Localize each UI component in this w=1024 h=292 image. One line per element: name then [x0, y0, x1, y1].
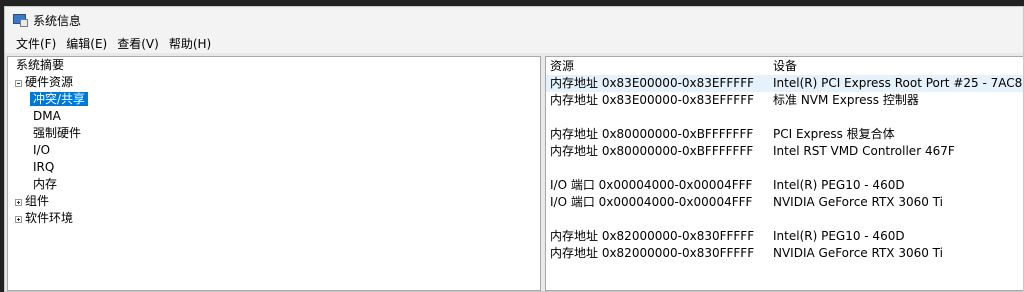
resource-cell: 内存地址 0x83E00000-0x83EFFFFF: [550, 76, 755, 90]
table-row[interactable]: I/O 端口 0x00004000-0x00004FFF Intel(R) PE…: [546, 177, 1023, 194]
resource-cell: 内存地址 0x83E00000-0x83EFFFFF: [550, 93, 755, 107]
column-header-resource[interactable]: 资源: [550, 57, 574, 75]
table-row[interactable]: 内存地址 0x83E00000-0x83EFFFFF 标准 NVM Expres…: [546, 92, 1023, 109]
menu-view[interactable]: 查看(V): [112, 35, 164, 52]
resource-cell: 内存地址 0x82000000-0x830FFFFF: [550, 229, 755, 243]
category-tree[interactable]: 系统摘要 硬件资源 冲突/共享 DMA 强制硬件 I/O IRQ 内存 组件 软…: [7, 56, 541, 291]
device-cell: NVIDIA GeForce RTX 3060 Ti: [773, 195, 943, 209]
expand-icon[interactable]: [15, 216, 22, 223]
system-info-icon: [13, 14, 28, 27]
tree-item-hardware-resources[interactable]: 硬件资源: [25, 74, 73, 91]
tree-item-memory[interactable]: 内存: [33, 176, 57, 193]
expand-icon[interactable]: [15, 199, 22, 206]
system-information-window: 系统信息 文件(F) 编辑(E) 查看(V) 帮助(H) 系统摘要 硬件资源 冲…: [4, 6, 1024, 292]
collapse-icon[interactable]: [15, 80, 22, 87]
tree-item-system-summary[interactable]: 系统摘要: [16, 57, 64, 74]
title-bar[interactable]: 系统信息: [5, 7, 1023, 33]
resource-cell: 内存地址 0x80000000-0xBFFFFFFF: [550, 144, 754, 158]
tree-item-dma[interactable]: DMA: [33, 108, 61, 125]
menu-help[interactable]: 帮助(H): [164, 35, 216, 52]
resource-cell: 内存地址 0x82000000-0x830FFFFF: [550, 246, 755, 260]
device-cell: PCI Express 根复合体: [773, 127, 895, 141]
tree-item-software-environment[interactable]: 软件环境: [25, 210, 73, 227]
tree-item-components[interactable]: 组件: [25, 193, 49, 210]
menu-edit[interactable]: 编辑(E): [61, 35, 112, 52]
resource-cell: I/O 端口 0x00004000-0x00004FFF: [550, 178, 753, 192]
device-cell: Intel(R) PEG10 - 460D: [773, 229, 905, 243]
window-title: 系统信息: [33, 13, 82, 28]
device-cell: Intel(R) PCI Express Root Port #25 - 7AC…: [773, 76, 1023, 90]
resource-cell: 内存地址 0x80000000-0xBFFFFFFF: [550, 127, 754, 141]
resource-cell: I/O 端口 0x00004000-0x00004FFF: [550, 195, 753, 209]
details-list[interactable]: 资源 设备 内存地址 0x83E00000-0x83EFFFFF Intel(R…: [545, 56, 1023, 291]
tree-item-forced-hardware[interactable]: 强制硬件: [33, 125, 81, 142]
tree-item-conflicts-sharing[interactable]: 冲突/共享: [30, 91, 89, 108]
table-row[interactable]: 内存地址 0x83E00000-0x83EFFFFF Intel(R) PCI …: [546, 75, 1023, 92]
tree-item-label: 冲突/共享: [30, 92, 89, 106]
device-cell: Intel RST VMD Controller 467F: [773, 144, 955, 158]
device-cell: 标准 NVM Express 控制器: [773, 93, 919, 107]
tree-item-io[interactable]: I/O: [33, 142, 50, 159]
menu-bar: 文件(F) 编辑(E) 查看(V) 帮助(H): [5, 33, 1023, 53]
device-cell: Intel(R) PEG10 - 460D: [773, 178, 905, 192]
table-row[interactable]: I/O 端口 0x00004000-0x00004FFF NVIDIA GeFo…: [546, 194, 1023, 211]
main-content: 系统摘要 硬件资源 冲突/共享 DMA 强制硬件 I/O IRQ 内存 组件 软…: [5, 53, 1023, 291]
menu-file[interactable]: 文件(F): [11, 35, 61, 52]
table-row[interactable]: 内存地址 0x82000000-0x830FFFFF Intel(R) PEG1…: [546, 228, 1023, 245]
table-row[interactable]: 内存地址 0x82000000-0x830FFFFF NVIDIA GeForc…: [546, 245, 1023, 262]
tree-item-irq[interactable]: IRQ: [33, 159, 54, 176]
column-header-device[interactable]: 设备: [773, 57, 797, 75]
device-cell: NVIDIA GeForce RTX 3060 Ti: [773, 246, 943, 260]
table-row[interactable]: 内存地址 0x80000000-0xBFFFFFFF Intel RST VMD…: [546, 143, 1023, 160]
table-row[interactable]: 内存地址 0x80000000-0xBFFFFFFF PCI Express 根…: [546, 126, 1023, 143]
